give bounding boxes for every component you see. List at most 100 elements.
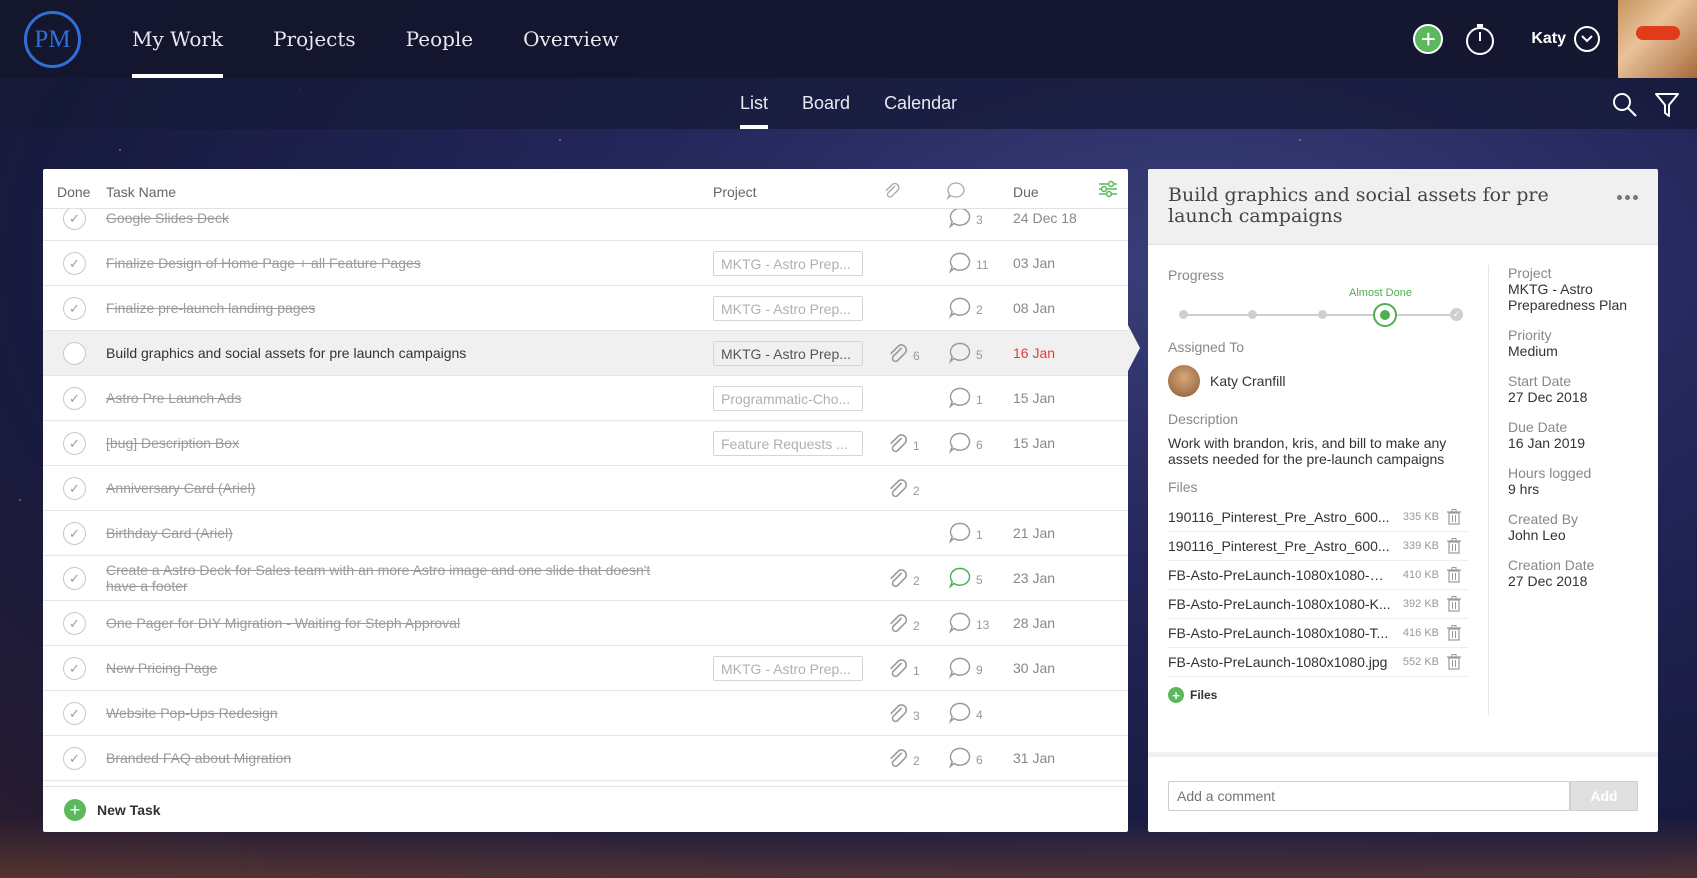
comment-column-icon[interactable] — [946, 182, 966, 200]
task-name[interactable]: Branded FAQ about Migration — [106, 750, 666, 766]
meta-value[interactable]: MKTG - Astro Preparedness Plan — [1508, 281, 1648, 313]
attachments-count[interactable]: 6 — [883, 343, 920, 368]
task-name[interactable]: Astro Pre Launch Ads — [106, 390, 666, 406]
task-row[interactable]: Build graphics and social assets for pre… — [43, 331, 1128, 376]
meta-value[interactable]: 9 hrs — [1508, 481, 1648, 497]
task-row[interactable]: ✓ [bug] Description Box Feature Requests .… — [43, 421, 1128, 466]
due-date[interactable]: 21 Jan — [1013, 525, 1055, 541]
comments-count[interactable]: 5 — [948, 342, 983, 367]
new-task-bar[interactable]: + New Task — [43, 786, 1128, 832]
meta-created-by[interactable]: Created By John Leo — [1508, 511, 1648, 543]
trash-icon[interactable] — [1447, 654, 1461, 670]
add-comment-button[interactable]: Add — [1570, 781, 1638, 811]
due-date[interactable]: 24 Dec 18 — [1013, 210, 1077, 226]
meta-priority[interactable]: Priority Medium — [1508, 327, 1648, 359]
comments-count[interactable]: 13 — [948, 612, 989, 637]
task-name[interactable]: Finalize pre-launch landing pages — [106, 300, 666, 316]
task-row[interactable]: ✓ Website Pop-Ups Redesign 3 4 — [43, 691, 1128, 736]
progress-step-done-icon[interactable]: ✓ — [1450, 308, 1463, 321]
task-name[interactable]: Website Pop-Ups Redesign — [106, 705, 666, 721]
nav-projects[interactable]: Projects — [273, 0, 356, 78]
task-name[interactable]: Create a Astro Deck for Sales team with … — [106, 562, 666, 594]
task-row[interactable]: ✓ New Pricing Page MKTG - Astro Prep... 1 9 3… — [43, 646, 1128, 691]
file-row[interactable]: FB-Asto-PreLaunch-1080x1080-G... 410 KB — [1168, 561, 1468, 590]
task-row[interactable]: ✓ Finalize Design of Home Page + all Feat… — [43, 241, 1128, 286]
attachments-count[interactable]: 2 — [883, 613, 920, 638]
done-checkbox[interactable]: ✓ — [63, 567, 86, 590]
done-checkbox[interactable]: ✓ — [63, 297, 86, 320]
task-row[interactable]: ✓ Branded FAQ about Migration 2 6 31 Jan — [43, 736, 1128, 781]
task-rows[interactable]: ✓ Google Slides Deck 3 24 Dec 18 ✓ Finalize D… — [43, 209, 1128, 786]
tab-calendar[interactable]: Calendar — [884, 78, 957, 129]
attachments-count[interactable]: 2 — [883, 748, 920, 773]
meta-creation-date[interactable]: Creation Date 27 Dec 2018 — [1508, 557, 1648, 589]
project-tag[interactable]: MKTG - Astro Prep... — [713, 656, 863, 681]
column-settings-icon[interactable] — [1098, 179, 1118, 199]
comments-count[interactable]: 2 — [948, 297, 983, 322]
tab-list[interactable]: List — [740, 78, 769, 129]
done-checkbox[interactable]: ✓ — [63, 522, 86, 545]
add-files-button[interactable]: + Files — [1168, 687, 1468, 703]
attachments-count[interactable]: 1 — [883, 658, 920, 683]
column-task-name[interactable]: Task Name — [106, 184, 176, 200]
tab-board[interactable]: Board — [802, 78, 850, 129]
meta-value[interactable]: John Leo — [1508, 527, 1648, 543]
task-row[interactable]: ✓ Create a Astro Deck for Sales team with… — [43, 556, 1128, 601]
comments-count[interactable]: 11 — [948, 252, 988, 277]
task-row[interactable]: ✓ Astro Pre Launch Ads Programmatic-Cho...… — [43, 376, 1128, 421]
more-options-icon[interactable] — [1614, 195, 1638, 200]
task-name[interactable]: Anniversary Card (Ariel) — [106, 480, 666, 496]
task-name[interactable]: Google Slides Deck — [106, 210, 666, 226]
paperclip-column-icon[interactable] — [883, 182, 901, 200]
due-date[interactable]: 31 Jan — [1013, 750, 1055, 766]
trash-icon[interactable] — [1447, 538, 1461, 554]
task-row[interactable]: ✓ One Pager for DIY Migration - Waiting f… — [43, 601, 1128, 646]
file-name[interactable]: FB-Asto-PreLaunch-1080x1080-K... — [1168, 596, 1391, 612]
file-name[interactable]: 190116_Pinterest_Pre_Astro_600... — [1168, 538, 1391, 554]
task-row[interactable]: ✓ Google Slides Deck 3 24 Dec 18 — [43, 209, 1128, 241]
user-name[interactable]: Katy — [1531, 30, 1566, 48]
column-due[interactable]: Due — [1013, 184, 1039, 200]
project-tag[interactable]: Programmatic-Cho... — [713, 386, 863, 411]
user-avatar[interactable] — [1618, 0, 1697, 78]
comments-count[interactable]: 6 — [948, 747, 983, 772]
done-checkbox[interactable]: ✓ — [63, 252, 86, 275]
task-row[interactable]: ✓ Finalize pre-launch landing pages MKTG -… — [43, 286, 1128, 331]
file-row[interactable]: 190116_Pinterest_Pre_Astro_600... 335 KB — [1168, 503, 1468, 532]
done-checkbox[interactable] — [63, 342, 86, 365]
file-row[interactable]: FB-Asto-PreLaunch-1080x1080.jpg 552 KB — [1168, 648, 1468, 677]
done-checkbox[interactable]: ✓ — [63, 657, 86, 680]
comments-count[interactable]: 1 — [948, 387, 983, 412]
done-checkbox[interactable]: ✓ — [63, 612, 86, 635]
nav-my-work[interactable]: My Work — [132, 0, 224, 78]
done-checkbox[interactable]: ✓ — [63, 432, 86, 455]
progress-step-1[interactable] — [1179, 310, 1188, 319]
due-date[interactable]: 15 Jan — [1013, 435, 1055, 451]
file-name[interactable]: FB-Asto-PreLaunch-1080x1080.jpg — [1168, 654, 1391, 670]
meta-due-date[interactable]: Due Date 16 Jan 2019 — [1508, 419, 1648, 451]
comments-count[interactable]: 1 — [948, 522, 983, 547]
due-date[interactable]: 16 Jan — [1013, 345, 1055, 361]
app-logo[interactable]: PM — [24, 11, 81, 68]
due-date[interactable]: 28 Jan — [1013, 615, 1055, 631]
meta-hours-logged[interactable]: Hours logged 9 hrs — [1508, 465, 1648, 497]
description-text[interactable]: Work with brandon, kris, and bill to mak… — [1168, 435, 1468, 467]
due-date[interactable]: 03 Jan — [1013, 255, 1055, 271]
project-tag[interactable]: MKTG - Astro Prep... — [713, 296, 863, 321]
attachments-count[interactable]: 2 — [883, 568, 920, 593]
task-name[interactable]: Birthday Card (Ariel) — [106, 525, 666, 541]
progress-step-current[interactable] — [1373, 303, 1397, 327]
progress-step-3[interactable] — [1318, 310, 1327, 319]
meta-value[interactable]: 16 Jan 2019 — [1508, 435, 1648, 451]
task-name[interactable]: Build graphics and social assets for pre… — [106, 345, 666, 361]
file-name[interactable]: FB-Asto-PreLaunch-1080x1080-T... — [1168, 625, 1391, 641]
comments-count[interactable]: 6 — [948, 432, 983, 457]
nav-people[interactable]: People — [406, 0, 473, 78]
task-name[interactable]: One Pager for DIY Migration - Waiting fo… — [106, 615, 666, 631]
nav-overview[interactable]: Overview — [523, 0, 619, 78]
trash-icon[interactable] — [1447, 625, 1461, 641]
comments-count[interactable]: 3 — [948, 209, 983, 232]
done-checkbox[interactable]: ✓ — [63, 387, 86, 410]
attachments-count[interactable]: 2 — [883, 478, 920, 503]
comments-count[interactable]: 9 — [948, 657, 983, 682]
